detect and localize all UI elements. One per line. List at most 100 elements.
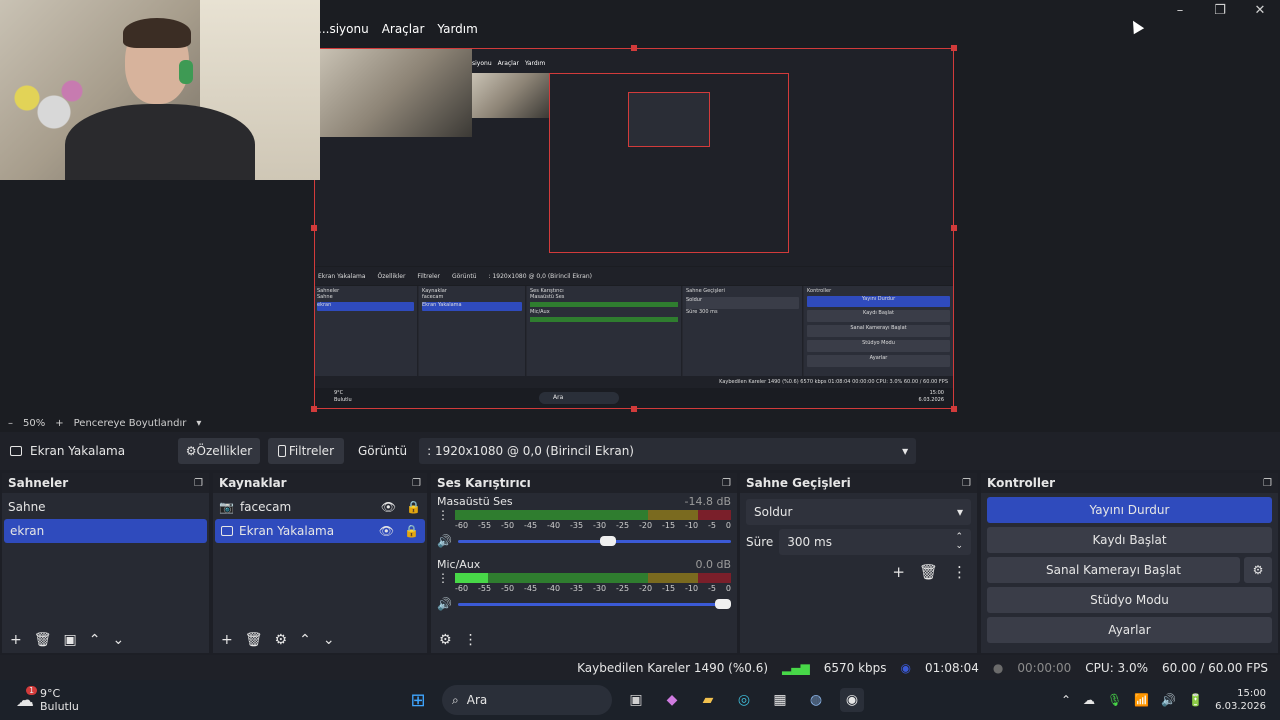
duration-input[interactable]: 300 ms ⌃ ⌄ bbox=[779, 529, 971, 555]
taskbar-search[interactable]: ⌕ Ara bbox=[442, 685, 612, 715]
chevron-down-icon[interactable]: ▾ bbox=[196, 418, 201, 429]
selection-box[interactable] bbox=[314, 48, 954, 409]
menu-item-help[interactable]: Yardım bbox=[437, 22, 477, 36]
slider-knob[interactable] bbox=[715, 598, 731, 609]
source-item[interactable]: 📷 facecam 👁 🔒 bbox=[213, 495, 427, 519]
file-explorer-icon[interactable]: ▰ bbox=[696, 688, 720, 712]
settings-button[interactable]: Ayarlar bbox=[987, 617, 1272, 643]
chevron-down-icon[interactable]: ⌄ bbox=[323, 632, 335, 648]
virtualcam-settings-button[interactable]: ⚙ bbox=[1244, 557, 1272, 583]
menu-item-tools[interactable]: Araçlar bbox=[382, 22, 425, 36]
resize-handle[interactable] bbox=[951, 406, 957, 412]
clock[interactable]: 15:00 6.03.2026 bbox=[1215, 687, 1266, 713]
advanced-audio-icon[interactable]: ⚙ bbox=[439, 632, 452, 648]
display-select[interactable]: : 1920x1080 @ 0,0 (Birincil Ekran) ▾ bbox=[419, 438, 917, 464]
lock-icon[interactable]: 🔒 bbox=[404, 524, 419, 538]
channel-header: Mic/Aux 0.0 dB bbox=[437, 558, 731, 571]
obs-icon[interactable]: ◉ bbox=[840, 688, 864, 712]
start-virtual-camera-button[interactable]: Sanal Kamerayı Başlat bbox=[987, 557, 1240, 583]
trash-icon[interactable]: 🗑 bbox=[919, 563, 938, 581]
chevron-up-icon[interactable]: ⌃ bbox=[1061, 693, 1071, 707]
slider-knob[interactable] bbox=[600, 535, 617, 546]
meter-red-zone bbox=[697, 573, 731, 583]
edge-browser-icon[interactable]: ◎ bbox=[732, 688, 756, 712]
close-button[interactable]: ✕ bbox=[1240, 0, 1280, 20]
more-icon[interactable]: ⋮ bbox=[437, 571, 449, 593]
meter-ticks: -60 -55 -50 -45 -40 -35 -30 -25 -20 -15 -10 -5 0 bbox=[455, 584, 731, 593]
battery-icon[interactable]: 🔋 bbox=[1188, 693, 1203, 707]
microphone-icon[interactable]: 🎙 bbox=[1107, 693, 1122, 707]
zoom-out-button[interactable]: – bbox=[8, 418, 13, 429]
properties-button[interactable]: ⚙ Özellikler bbox=[178, 438, 260, 464]
resize-handle[interactable] bbox=[951, 45, 957, 51]
steam-icon[interactable]: ◍ bbox=[804, 688, 828, 712]
gear-icon[interactable]: ⚙ bbox=[275, 632, 288, 648]
minimize-button[interactable]: – bbox=[1160, 0, 1200, 20]
trash-icon[interactable]: 🗑 bbox=[245, 632, 263, 648]
chevron-up-icon[interactable]: ⌃ bbox=[299, 632, 311, 648]
meter-level-fill bbox=[455, 573, 489, 583]
more-icon[interactable]: ⋮ bbox=[464, 632, 478, 648]
channel-db: -14.8 dB bbox=[684, 495, 732, 508]
chevron-up-icon[interactable]: ⌃ bbox=[89, 632, 101, 648]
add-icon[interactable]: + bbox=[10, 632, 22, 648]
sources-title: Kaynaklar bbox=[219, 476, 287, 490]
fit-to-window[interactable]: Pencereye Boyutlandır bbox=[74, 418, 187, 429]
gear-icon: ⚙ bbox=[1252, 563, 1264, 577]
bitrate: 6570 kbps bbox=[823, 660, 887, 675]
filters-button[interactable]: Filtreler bbox=[268, 438, 344, 464]
store-icon[interactable]: ▦ bbox=[768, 688, 792, 712]
controls-header: Kontroller ❐ bbox=[981, 473, 1278, 493]
start-recording-button[interactable]: Kaydı Başlat bbox=[987, 527, 1272, 553]
volume-slider[interactable] bbox=[457, 598, 731, 609]
windows-start-icon[interactable]: ⊞ bbox=[406, 688, 430, 712]
resize-handle[interactable] bbox=[951, 225, 957, 231]
menu-item-view[interactable]: ...siyonu bbox=[318, 22, 369, 36]
volume-icon[interactable]: 🔊 bbox=[1161, 693, 1176, 707]
transition-select[interactable]: Soldur ▾ bbox=[746, 499, 971, 525]
trash-icon[interactable]: 🗑 bbox=[34, 632, 52, 648]
studio-mode-button[interactable]: Stüdyo Modu bbox=[987, 587, 1272, 613]
cpu-usage: CPU: 3.0% bbox=[1085, 660, 1149, 675]
resize-handle[interactable] bbox=[631, 406, 637, 412]
onedrive-icon[interactable]: ☁ bbox=[1083, 693, 1095, 707]
undock-icon[interactable]: ❐ bbox=[1263, 478, 1272, 489]
speaker-icon[interactable]: 🔊 bbox=[437, 597, 452, 611]
add-icon[interactable]: + bbox=[892, 563, 905, 581]
spinner-icon[interactable]: ⌃ ⌄ bbox=[955, 533, 963, 551]
more-icon[interactable]: ⋮ bbox=[437, 508, 449, 530]
scene-item[interactable]: Sahne bbox=[2, 495, 209, 519]
undock-icon[interactable]: ❐ bbox=[722, 478, 731, 489]
zoom-in-button[interactable]: + bbox=[55, 418, 63, 429]
eye-icon[interactable]: 👁 bbox=[381, 500, 396, 514]
signal-icon: ▂▄▆ bbox=[782, 660, 810, 675]
speaker-icon[interactable]: 🔊 bbox=[437, 534, 452, 548]
task-view-icon[interactable]: ▣ bbox=[624, 688, 648, 712]
resize-handle[interactable] bbox=[311, 406, 317, 412]
resize-handle[interactable] bbox=[311, 225, 317, 231]
add-icon[interactable]: + bbox=[221, 632, 233, 648]
undock-icon[interactable]: ❐ bbox=[412, 478, 421, 489]
filter-icon[interactable]: ▣ bbox=[64, 632, 77, 648]
stop-streaming-button[interactable]: Yayını Durdur bbox=[987, 497, 1272, 523]
source-item-selected[interactable]: Ekran Yakalama 👁 🔒 bbox=[215, 519, 425, 543]
camera-icon: 📷 bbox=[219, 500, 234, 514]
virtualcam-row: Sanal Kamerayı Başlat ⚙ bbox=[987, 557, 1272, 583]
undock-icon[interactable]: ❐ bbox=[194, 478, 203, 489]
eye-icon[interactable]: 👁 bbox=[379, 524, 394, 538]
more-icon[interactable]: ⋮ bbox=[952, 563, 967, 581]
mixer-channel-mic: Mic/Aux 0.0 dB ⋮ -60 -55 -50 -45 -40 -35 -30 -2… bbox=[431, 556, 737, 613]
meter-ticks: -60 -55 -50 -45 -40 -35 -30 -25 -20 -15 -10 -5 0 bbox=[455, 521, 731, 530]
chevron-down-icon[interactable]: ⌄ bbox=[112, 632, 124, 648]
volume-slider[interactable] bbox=[457, 535, 731, 546]
undock-icon[interactable]: ❐ bbox=[962, 478, 971, 489]
maximize-button[interactable]: ❐ bbox=[1200, 0, 1240, 20]
resize-handle[interactable] bbox=[631, 45, 637, 51]
weather-widget[interactable]: ☁ 1 9°C Bulutlu bbox=[0, 685, 380, 713]
copilot-icon[interactable]: ◆ bbox=[660, 688, 684, 712]
lock-icon[interactable]: 🔒 bbox=[406, 500, 421, 514]
time: 15:00 bbox=[1237, 688, 1266, 699]
wifi-icon[interactable]: 📶 bbox=[1134, 693, 1149, 707]
scene-item-selected[interactable]: ekran bbox=[4, 519, 207, 543]
person-hair bbox=[123, 18, 191, 48]
